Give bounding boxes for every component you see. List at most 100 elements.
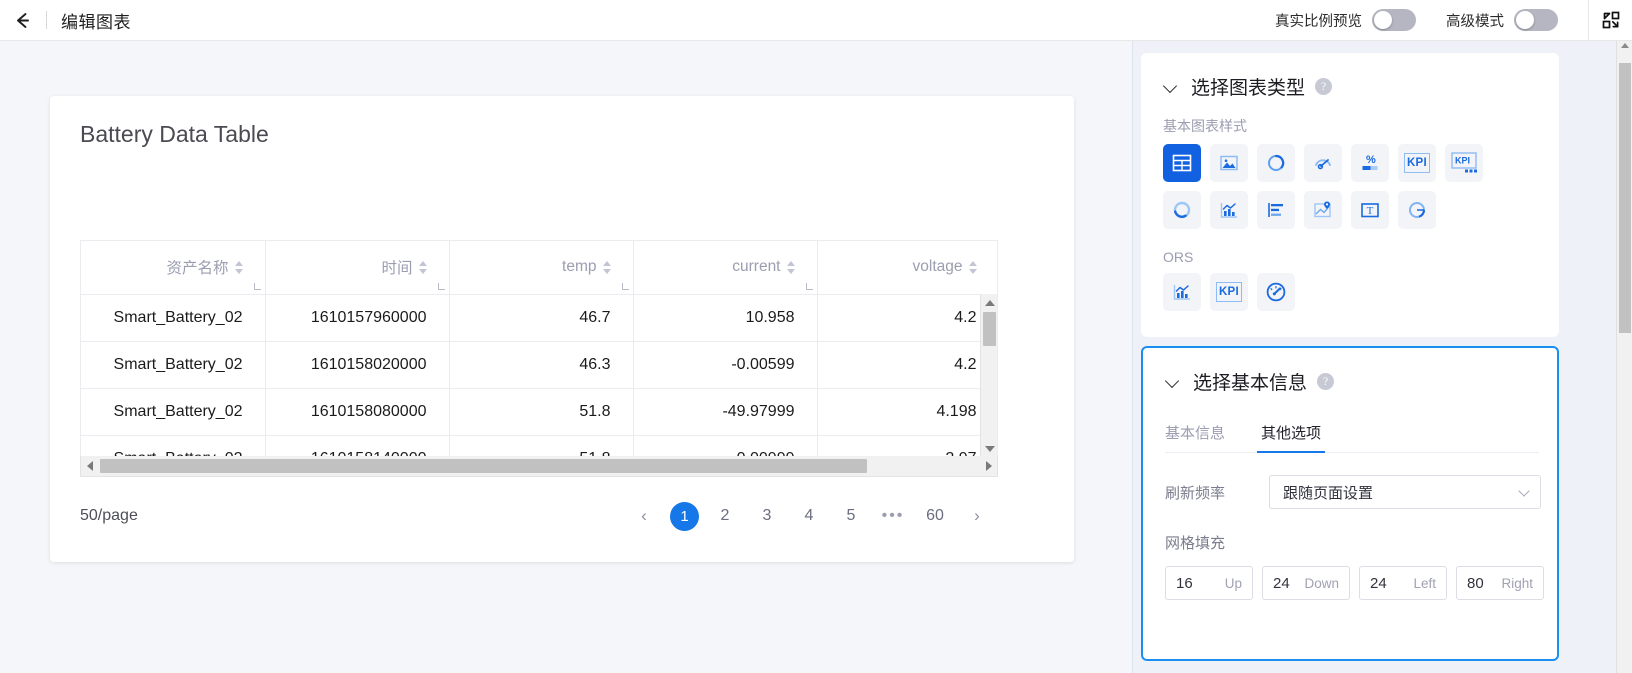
padding-left-field[interactable]: 24 Left	[1359, 566, 1447, 600]
cell-time: 1610158020000	[265, 341, 450, 389]
resize-handle-icon[interactable]	[437, 282, 445, 290]
resize-handle-icon[interactable]	[805, 282, 813, 290]
basic-chart-icon-row-2: T	[1163, 191, 1559, 229]
pie-icon	[1409, 202, 1426, 218]
text-icon: T	[1361, 203, 1379, 218]
pagination-next[interactable]: ›	[961, 500, 993, 532]
column-label: voltage	[912, 258, 963, 276]
sort-icon[interactable]	[786, 261, 795, 274]
page-size-label[interactable]: 50/page	[80, 507, 138, 525]
panel-scrollbar[interactable]	[1616, 41, 1632, 673]
fullscreen-icon	[1602, 11, 1619, 29]
sort-icon[interactable]	[968, 261, 977, 274]
refresh-frequency-value: 跟随页面设置	[1283, 484, 1374, 502]
column-header-temp[interactable]: temp	[449, 241, 634, 295]
ors-icon-row: KPI	[1163, 273, 1559, 311]
table-head: 资产名称 时间 temp current voltage	[81, 241, 997, 295]
scroll-up-arrow-icon[interactable]	[1621, 43, 1629, 48]
table-row[interactable]: Smart_Battery_02 1610158080000 51.8 -49.…	[81, 388, 997, 436]
horizontal-scroll-thumb[interactable]	[100, 459, 867, 473]
chevron-down-icon[interactable]	[1165, 374, 1181, 390]
basic-info-header[interactable]: 选择基本信息 ?	[1143, 348, 1557, 395]
chart-type-gauge[interactable]	[1304, 144, 1342, 182]
chevron-down-icon[interactable]	[1163, 79, 1179, 95]
tab-basic-info[interactable]: 基本信息	[1165, 422, 1225, 452]
scroll-right-button[interactable]	[980, 456, 997, 476]
chart-type-kpi[interactable]: KPI	[1398, 144, 1436, 182]
chart-card[interactable]: Battery Data Table 资产名称 时间 temp current …	[50, 96, 1074, 562]
padding-down-field[interactable]: 24 Down	[1262, 566, 1350, 600]
back-button[interactable]	[0, 0, 44, 41]
settings-panel: 选择图表类型 ? 基本图表样式 % KPI KPI T ORS KPI 选择基本…	[1132, 41, 1632, 673]
pagination-page-1[interactable]: 1	[670, 501, 699, 531]
table-row[interactable]: Smart_Battery_02 1610157960000 46.7 10.9…	[81, 294, 997, 342]
column-header-time[interactable]: 时间	[265, 241, 450, 295]
data-table-container: 资产名称 时间 temp current voltage Smart_Batte…	[80, 240, 998, 456]
chart-type-percent-bar[interactable]: %	[1351, 144, 1389, 182]
triangle-right-icon	[985, 461, 992, 471]
pagination-page-2[interactable]: 2	[709, 500, 741, 532]
cell-temp: 46.7	[449, 294, 634, 342]
kpi-label: KPI	[1218, 286, 1240, 298]
chart-type-ring[interactable]	[1163, 191, 1201, 229]
chart-type-table[interactable]	[1163, 144, 1201, 182]
scroll-left-button[interactable]	[81, 456, 98, 476]
help-icon[interactable]: ?	[1315, 78, 1333, 95]
sort-icon[interactable]	[234, 261, 243, 274]
chart-type-kpi-multi[interactable]: KPI	[1445, 144, 1483, 182]
kpi-label: KPI	[1406, 157, 1428, 169]
svg-text:%: %	[1366, 154, 1376, 166]
cell-current: -49.97999	[633, 388, 818, 436]
chart-type-text[interactable]: T	[1351, 191, 1389, 229]
column-header-voltage[interactable]: voltage	[817, 241, 997, 295]
table-horizontal-scrollbar[interactable]	[80, 456, 998, 477]
scale-preview-toggle-group: 真实比例预览	[1275, 9, 1416, 31]
kpi-multi-icon: KPI	[1451, 152, 1477, 173]
chart-type-header[interactable]: 选择图表类型 ?	[1141, 53, 1559, 100]
pagination-ellipsis[interactable]: •••	[877, 500, 909, 532]
fullscreen-button[interactable]	[1589, 0, 1632, 41]
padding-right-field[interactable]: 80 Right	[1456, 566, 1544, 600]
sort-icon[interactable]	[418, 261, 427, 274]
help-icon[interactable]: ?	[1317, 373, 1335, 390]
chart-type-map[interactable]	[1304, 191, 1342, 229]
padding-up-suffix: Up	[1224, 575, 1242, 591]
pagination-page-5[interactable]: 5	[835, 500, 867, 532]
table-header-row: 资产名称 时间 temp current voltage	[81, 241, 997, 295]
panel-scroll-thumb[interactable]	[1619, 63, 1631, 333]
column-label: 时间	[381, 260, 413, 278]
chart-type-donut[interactable]	[1257, 144, 1295, 182]
basic-info-title: 选择基本信息	[1193, 373, 1308, 394]
ors-speedometer[interactable]	[1257, 273, 1295, 311]
pagination-page-3[interactable]: 3	[751, 500, 783, 532]
chart-type-image[interactable]	[1210, 144, 1248, 182]
resize-handle-icon[interactable]	[621, 282, 629, 290]
pagination-page-4[interactable]: 4	[793, 500, 825, 532]
sort-icon[interactable]	[602, 261, 611, 274]
chart-type-pie[interactable]	[1398, 191, 1436, 229]
advanced-mode-label: 高级模式	[1446, 13, 1504, 30]
scroll-up-button[interactable]	[981, 294, 997, 311]
pagination-prev[interactable]: ‹	[628, 500, 660, 532]
basic-info-section: 选择基本信息 ? 基本信息 其他选项 刷新频率 跟随页面设置 网格填充 16 U…	[1141, 346, 1559, 661]
column-header-asset-name[interactable]: 资产名称	[81, 241, 266, 295]
table-row[interactable]: Smart_Battery_02 1610158140000 51.8 -0.0…	[81, 435, 997, 456]
padding-up-field[interactable]: 16 Up	[1165, 566, 1253, 600]
advanced-mode-toggle[interactable]	[1514, 9, 1558, 31]
resize-handle-icon[interactable]	[253, 282, 261, 290]
pagination-last-page[interactable]: 60	[919, 500, 951, 532]
tab-other-options[interactable]: 其他选项	[1257, 422, 1326, 453]
scale-preview-toggle[interactable]	[1372, 9, 1416, 31]
table-row[interactable]: Smart_Battery_02 1610158020000 46.3 -0.0…	[81, 341, 997, 389]
refresh-frequency-select[interactable]: 跟随页面设置	[1269, 475, 1541, 509]
scroll-down-button[interactable]	[981, 440, 997, 456]
vertical-scroll-thumb[interactable]	[983, 312, 996, 346]
ors-chart[interactable]	[1163, 273, 1201, 311]
triangle-left-icon	[86, 461, 93, 471]
chart-type-horizontal-bar[interactable]	[1257, 191, 1295, 229]
gauge-icon	[1315, 159, 1331, 170]
ors-kpi[interactable]: KPI	[1210, 273, 1248, 311]
chart-type-mixed-chart[interactable]	[1210, 191, 1248, 229]
column-header-current[interactable]: current	[633, 241, 818, 295]
table-vertical-scrollbar[interactable]	[980, 294, 997, 456]
